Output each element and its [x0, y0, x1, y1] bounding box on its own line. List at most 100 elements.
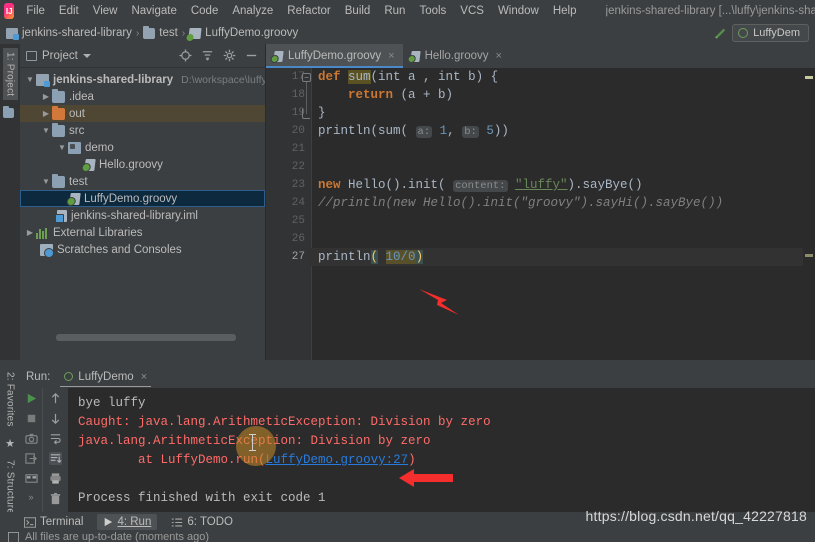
status-tab-run[interactable]: 4: Run	[97, 514, 158, 530]
more-icon[interactable]: »	[28, 492, 33, 502]
tree-row-external-libraries[interactable]: ▶ External Libraries	[20, 224, 265, 241]
sidebar-tab-project[interactable]: 1: Project	[2, 48, 18, 101]
close-icon[interactable]: ×	[388, 50, 394, 62]
run-tab-luffydemo[interactable]: LuffyDemo ×	[60, 369, 151, 387]
tab-luffydemo-groovy[interactable]: LuffyDemo.groovy ×	[266, 44, 403, 68]
collapse-all-icon[interactable]	[201, 49, 214, 62]
tree-arrow-collapsed[interactable]: ▶	[40, 92, 52, 101]
project-panel-title: Project	[42, 49, 78, 62]
menu-item-vcs[interactable]: VCS	[453, 2, 491, 20]
run-configuration-selector[interactable]: LuffyDem	[732, 24, 809, 42]
menu-item-tools[interactable]: Tools	[412, 2, 453, 20]
navigation-bar: jenkins-shared-library › test › LuffyDem…	[0, 22, 815, 44]
soft-wrap-icon[interactable]	[49, 432, 62, 445]
project-tree[interactable]: ▼ jenkins-shared-library D:\workspace\lu…	[20, 68, 265, 346]
export-icon[interactable]	[24, 452, 38, 465]
terminal-icon	[24, 516, 36, 528]
status-bar-message-area: All files are up-to-date (moments ago)	[0, 532, 815, 542]
menu-item-code[interactable]: Code	[184, 2, 226, 20]
sidebar-tab-favorites[interactable]: 2: Favorites	[5, 372, 16, 427]
project-tool-window: Project ▼ jenkins-shared-library D:\work…	[20, 44, 266, 360]
scroll-to-end-icon[interactable]	[49, 452, 62, 465]
code-line-17: def sum(int a , int b) {	[313, 68, 815, 86]
menu-item-refactor[interactable]: Refactor	[280, 2, 337, 20]
status-tab-todo[interactable]: 6: TODO	[171, 516, 233, 528]
println-sum-call: println(sum(	[318, 124, 409, 138]
keyword-new: new	[318, 178, 341, 192]
method-name-sum: sum	[348, 70, 371, 84]
line-number: 26	[291, 233, 305, 245]
menu-item-window[interactable]: Window	[491, 2, 546, 20]
build-hammer-icon[interactable]	[713, 27, 726, 40]
tab-hello-groovy[interactable]: Hello.groovy ×	[402, 44, 510, 68]
close-icon[interactable]: ×	[495, 50, 501, 62]
menu-item-build[interactable]: Build	[338, 2, 378, 20]
tree-row-idea[interactable]: ▶ .idea	[20, 88, 265, 105]
menu-item-analyze[interactable]: Analyze	[225, 2, 280, 20]
tree-row-out[interactable]: ▶ out	[20, 105, 265, 122]
stacktrace-link[interactable]: LuffyDemo.groovy:27	[266, 453, 409, 467]
run-panel-body: » bye luffy Caught: java.lang.Arithmetic…	[20, 388, 815, 512]
tree-row-jenkins-shared-library[interactable]: ▼ jenkins-shared-library D:\workspace\lu…	[20, 71, 265, 88]
hide-icon[interactable]	[245, 49, 258, 62]
layout-icon[interactable]	[24, 472, 38, 485]
tree-row-luffydemo-groovy[interactable]: LuffyDemo.groovy	[20, 190, 265, 207]
tree-row-src[interactable]: ▼ src	[20, 122, 265, 139]
package-icon	[68, 141, 81, 154]
tree-arrow-expanded-src[interactable]: ▼	[40, 126, 52, 135]
run-config-icon	[738, 28, 749, 38]
project-panel-title-group[interactable]: Project	[26, 50, 91, 62]
close-icon[interactable]: ×	[141, 371, 147, 383]
tree-arrow-collapsed-libs[interactable]: ▶	[24, 228, 36, 237]
menu-item-navigate[interactable]: Navigate	[124, 2, 183, 20]
gear-icon[interactable]	[223, 49, 236, 62]
sidebar-tab-structure[interactable]: 7: Structure	[5, 460, 16, 514]
run-console-output[interactable]: bye luffy Caught: java.lang.ArithmeticEx…	[68, 388, 815, 512]
tree-arrow-expanded[interactable]: ▼	[24, 75, 36, 84]
menu-item-view[interactable]: View	[86, 2, 125, 20]
fold-collapse-icon[interactable]: −	[302, 73, 311, 82]
locate-icon[interactable]	[179, 49, 192, 62]
tree-row-test[interactable]: ▼ test	[20, 173, 265, 190]
run-panel-label: Run:	[26, 371, 51, 383]
warning-stripe-2[interactable]	[805, 254, 813, 257]
print-icon[interactable]	[49, 472, 62, 485]
run-panel-header: Run: LuffyDemo ×	[20, 366, 815, 388]
tree-arrow-expanded-test[interactable]: ▼	[40, 177, 52, 186]
status-tab-terminal[interactable]: Terminal	[24, 516, 83, 528]
star-icon: ★	[5, 437, 15, 450]
run-icon[interactable]	[25, 392, 38, 405]
tree-row-demo[interactable]: ▼ demo	[20, 139, 265, 156]
tree-row-hello-groovy[interactable]: Hello.groovy	[20, 156, 265, 173]
tree-label-idea: .idea	[69, 90, 94, 103]
stop-icon[interactable]	[25, 412, 38, 425]
breadcrumb-item-project[interactable]: jenkins-shared-library	[22, 27, 132, 39]
breadcrumb-separator-2: ›	[181, 27, 186, 39]
folder-icon	[52, 88, 65, 103]
scroll-down-icon[interactable]	[49, 412, 62, 425]
camera-icon[interactable]	[24, 432, 38, 445]
tree-label-external-libraries: External Libraries	[53, 226, 143, 239]
println-token: println	[318, 250, 371, 264]
code-editor[interactable]: 17 18 19 20 21 22 23 24 25 26 27 − def s…	[266, 68, 815, 360]
keyword-def: def	[318, 70, 341, 84]
menu-item-edit[interactable]: Edit	[52, 2, 86, 20]
breadcrumb-item-test[interactable]: test	[159, 27, 178, 39]
menu-item-file[interactable]: File	[19, 2, 52, 20]
warning-stripe[interactable]	[805, 76, 813, 79]
tree-row-scratches[interactable]: Scratches and Consoles	[20, 241, 265, 258]
menu-item-run[interactable]: Run	[377, 2, 412, 20]
trash-icon[interactable]	[49, 492, 62, 505]
tree-arrow-expanded-demo[interactable]: ▼	[56, 143, 68, 152]
line-number: 22	[291, 161, 305, 173]
run-config-label: LuffyDem	[753, 27, 800, 39]
editor-marker-gutter[interactable]	[803, 68, 815, 360]
breadcrumb-item-file[interactable]: LuffyDemo.groovy	[205, 27, 298, 39]
scroll-up-icon[interactable]	[49, 392, 62, 405]
menu-item-help[interactable]: Help	[546, 2, 584, 20]
tree-arrow-collapsed-out[interactable]: ▶	[40, 109, 52, 118]
tree-row-iml[interactable]: jenkins-shared-library.iml	[20, 207, 265, 224]
chevron-down-icon[interactable]	[82, 53, 91, 58]
project-horizontal-scrollbar[interactable]	[56, 334, 236, 341]
